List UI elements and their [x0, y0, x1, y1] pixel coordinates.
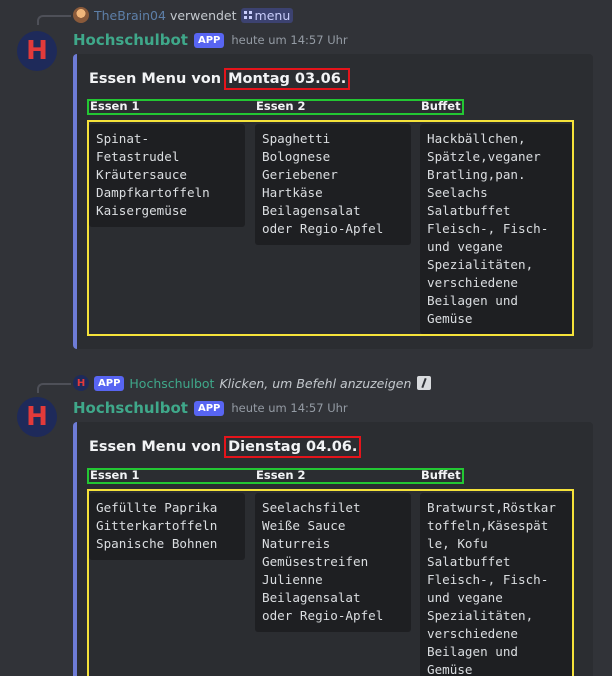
- field-value-line: Fetastrudel: [96, 149, 180, 164]
- field-value-line: oder Regio-Apfel: [262, 608, 384, 623]
- field-value-line: Fleisch-, Fisch-: [427, 221, 549, 236]
- field-value-line: verschiedene: [427, 626, 518, 641]
- embed-title-prefix: Essen Menu von: [89, 71, 222, 87]
- field-value-line: Hartkäse: [262, 185, 323, 200]
- field-value-line: Spätzle,veganer: [427, 149, 541, 164]
- field-value-essen2: Seelachsfilet Weiße Sauce Naturreis Gemüses…: [255, 493, 411, 632]
- field-value-line: Kaisergemüse: [96, 203, 187, 218]
- field-value-line: Gefüllte Paprika: [96, 500, 218, 515]
- field-value-line: Spezialitäten,: [427, 257, 534, 272]
- field-value-line: Seelachsfilet: [262, 500, 361, 515]
- field-value-line: Dampfkartoffeln: [96, 185, 210, 200]
- field-value-line: Gitterkartoffeln: [96, 518, 218, 533]
- field-value-line: Naturreis: [262, 536, 331, 551]
- bot-name[interactable]: Hochschulbot: [73, 31, 188, 49]
- field-value-line: Gemüsestreifen: [262, 554, 369, 569]
- field-value-line: Julienne: [262, 572, 323, 587]
- field-value-buffet: Bratwurst,Röstkar toffeln,Käsespät le, Kof…: [420, 493, 572, 676]
- app-badge: APP: [193, 32, 225, 48]
- field-value-line: Gemüse: [427, 662, 473, 676]
- field-value-essen2: Spaghetti Bolognese Geriebener Hartkäse Beil…: [255, 124, 411, 245]
- avatar-letter: H: [26, 402, 48, 432]
- field-value-line: Beilagensalat: [262, 590, 361, 605]
- field-value-line: Spaghetti: [262, 131, 331, 146]
- field-value-line: Seelachs: [427, 185, 488, 200]
- message-header: Hochschulbot APP heute um 14:57 Uhr: [73, 30, 348, 50]
- field-value-line: Weiße Sauce: [262, 518, 346, 533]
- field-value-line: le, Kofu: [427, 536, 488, 551]
- command-name: menu: [254, 7, 291, 23]
- user-avatar[interactable]: [73, 7, 89, 23]
- slash-command-icon[interactable]: [417, 376, 432, 390]
- field-value-line: Bratling,pan.: [427, 167, 526, 182]
- embed-title-date: Dienstag 04.06.: [224, 436, 362, 458]
- embed-title: Essen Menu von Dienstag 04.06.: [89, 436, 362, 458]
- embed-title-prefix: Essen Menu von: [89, 439, 222, 455]
- menu-embed: Essen Menu von Dienstag 04.06. Essen 1 E…: [73, 422, 593, 676]
- field-names-row: Essen 1 Essen 2 Buffet: [87, 468, 464, 484]
- field-value-essen1: Spinat- Fetastrudel Kräutersauce Dampfkarto…: [89, 124, 245, 227]
- embed-title: Essen Menu von Montag 03.06.: [89, 68, 351, 90]
- field-value-line: Geriebener: [262, 167, 338, 182]
- field-value-line: Salatbuffet: [427, 554, 511, 569]
- field-value-line: Spinat-: [96, 131, 150, 146]
- field-name-essen2: Essen 2: [256, 468, 306, 482]
- reply-reference-1[interactable]: TheBrain04 verwendet menu: [73, 6, 294, 24]
- field-value-line: und vegane: [427, 590, 503, 605]
- timestamp[interactable]: heute um 14:57 Uhr: [231, 33, 347, 47]
- command-chip[interactable]: menu: [240, 7, 294, 23]
- field-value-line: Fleisch-, Fisch-: [427, 572, 549, 587]
- field-value-line: und vegane: [427, 239, 503, 254]
- field-values-area: Gefüllte Paprika Gitterkartoffeln Spanisch…: [87, 489, 574, 676]
- field-value-buffet: Hackbällchen, Spätzle,veganer Bratling,pan…: [420, 124, 572, 334]
- app-badge: APP: [94, 375, 125, 391]
- reply-bot-name[interactable]: Hochschulbot: [129, 376, 214, 391]
- field-value-line: Bratwurst,Röstkar: [427, 500, 556, 515]
- field-name-essen1: Essen 1: [90, 99, 140, 113]
- embed-title-date: Montag 03.06.: [224, 68, 351, 90]
- avatar-letter-mini: H: [76, 377, 86, 389]
- reply-connector: [37, 383, 71, 393]
- field-value-line: verschiedene: [427, 275, 518, 290]
- field-value-line: Spezialitäten,: [427, 608, 534, 623]
- reply-connector: [37, 15, 71, 25]
- reply-username[interactable]: TheBrain04: [94, 8, 166, 23]
- field-value-line: Spanische Bohnen: [96, 536, 218, 551]
- app-badge: APP: [193, 400, 225, 416]
- bot-mini-avatar[interactable]: H: [73, 375, 89, 391]
- field-value-line: toffeln,Käsespät: [427, 518, 549, 533]
- timestamp[interactable]: heute um 14:57 Uhr: [231, 401, 347, 415]
- apps-grid-icon: [243, 11, 252, 19]
- field-value-line: Hackbällchen,: [427, 131, 526, 146]
- menu-embed: Essen Menu von Montag 03.06. Essen 1 Ess…: [73, 54, 593, 349]
- field-name-essen2: Essen 2: [256, 99, 306, 113]
- field-name-essen1: Essen 1: [90, 468, 140, 482]
- field-names-row: Essen 1 Essen 2 Buffet: [87, 99, 464, 115]
- bot-avatar[interactable]: H: [17, 397, 57, 437]
- field-name-buffet: Buffet: [421, 468, 461, 482]
- field-value-line: Kräutersauce: [96, 167, 187, 182]
- reply-verb: verwendet: [169, 7, 237, 23]
- click-to-show-command[interactable]: Klicken, um Befehl anzuzeigen: [219, 376, 411, 391]
- field-value-line: Bolognese: [262, 149, 331, 164]
- field-values-area: Spinat- Fetastrudel Kräutersauce Dampfkarto…: [87, 120, 574, 336]
- field-value-essen1: Gefüllte Paprika Gitterkartoffeln Spanisch…: [89, 493, 245, 560]
- reply-reference-2[interactable]: H APP Hochschulbot Klicken, um Befehl an…: [73, 374, 432, 392]
- avatar-letter: H: [26, 36, 48, 66]
- bot-name[interactable]: Hochschulbot: [73, 399, 188, 417]
- bot-avatar[interactable]: H: [17, 31, 57, 71]
- field-value-line: Salatbuffet: [427, 203, 511, 218]
- field-value-line: Beilagen und: [427, 644, 518, 659]
- field-value-line: Beilagen und: [427, 293, 518, 308]
- field-value-line: oder Regio-Apfel: [262, 221, 384, 236]
- message-header: Hochschulbot APP heute um 14:57 Uhr: [73, 398, 348, 418]
- field-value-line: Gemüse: [427, 311, 473, 326]
- field-value-line: Beilagensalat: [262, 203, 361, 218]
- field-name-buffet: Buffet: [421, 99, 461, 113]
